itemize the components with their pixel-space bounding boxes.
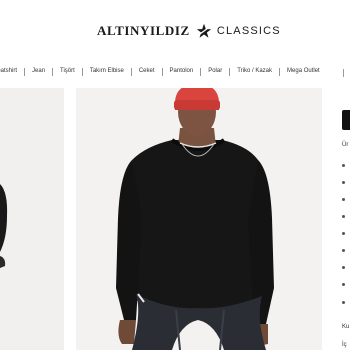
model-photo xyxy=(116,88,274,350)
bullet-icon xyxy=(342,181,345,184)
brand-name: ALTINYILDIZ xyxy=(97,23,190,38)
brand-subline: CLASSICS xyxy=(216,25,281,37)
category-nav-row: SweatshirtJeanTişörtTakım ElbiseCeketPan… xyxy=(0,67,327,76)
nav-item[interactable]: Tişört xyxy=(53,67,82,76)
bullet-icon xyxy=(342,232,345,235)
product-info-panel: Ür Ku İç xyxy=(336,88,350,350)
bullet-icon xyxy=(342,266,345,269)
star-icon xyxy=(196,23,212,38)
nav-divider xyxy=(343,69,344,77)
nav-item[interactable]: Pantolon xyxy=(163,67,201,76)
bullet-icon xyxy=(342,215,345,218)
panel-label: Ku xyxy=(342,324,350,330)
nav-item[interactable]: Polar xyxy=(201,67,229,76)
nav-item[interactable]: Ceket xyxy=(132,67,162,76)
nav-item[interactable]: Jean xyxy=(25,67,52,76)
bullet-icon xyxy=(342,301,345,304)
product-image-previous[interactable] xyxy=(0,88,64,350)
nav-item[interactable]: Triko / Kazak xyxy=(230,67,279,76)
panel-label: İç xyxy=(342,342,347,348)
category-nav: SweatshirtJeanTişörtTakım ElbiseCeketPan… xyxy=(0,62,350,82)
panel-heading: Ür xyxy=(342,142,349,148)
add-to-cart-button[interactable] xyxy=(342,110,350,130)
bullet-icon xyxy=(342,249,345,252)
bullet-icon xyxy=(342,164,345,167)
bullet-icon xyxy=(342,283,345,286)
site-header: ALTINYILDIZ CLASSICS xyxy=(0,0,350,62)
nav-item[interactable]: Sweatshirt xyxy=(0,67,24,76)
nav-item[interactable]: Mega Outlet xyxy=(280,67,327,76)
product-image-main[interactable] xyxy=(76,88,322,350)
product-photo-partial xyxy=(0,184,8,268)
brand-logo[interactable]: ALTINYILDIZ CLASSICS xyxy=(97,22,281,40)
nav-item[interactable]: Takım Elbise xyxy=(83,67,131,76)
bullet-icon xyxy=(342,198,345,201)
